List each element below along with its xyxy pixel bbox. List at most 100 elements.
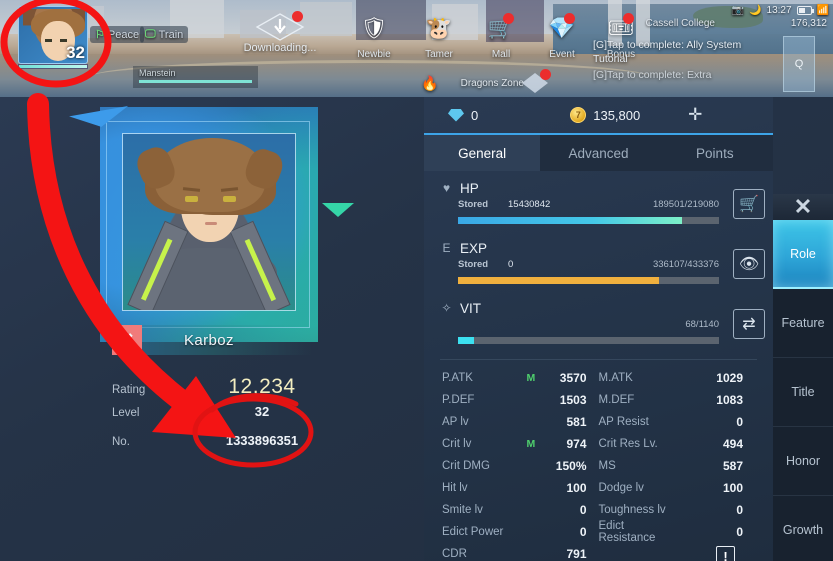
stats-tabs: General Advanced Points [424, 133, 773, 171]
stat-key: AP lv [442, 416, 469, 428]
stat-cell: Toughness lv 0 [599, 503, 756, 517]
stat-cell: MS 587 [599, 459, 756, 473]
event-diamond-icon: 💎 [547, 13, 577, 44]
rail-item-honor[interactable]: Honor [773, 427, 833, 496]
nav-label: Newbie [357, 49, 391, 60]
currency-bar: 0 7 135,800 ✛ [424, 97, 773, 133]
tab-advanced[interactable]: Advanced [540, 135, 657, 171]
stat-cell: AP Resist 0 [599, 415, 756, 429]
stat-cell: Crit DMG 150% [442, 459, 599, 473]
mall-cart-icon: 🛒 [486, 13, 516, 44]
stat-row: Edict Power 0 Edict Resistance 0 [442, 520, 756, 544]
nav-icon-newbie[interactable]: 🛡 Newbie [345, 14, 403, 62]
stat-row: AP lv 581 AP Resist 0 [442, 411, 755, 433]
plus-icon[interactable]: ✛ [684, 104, 706, 126]
quest-tracker[interactable]: [G]Tap to complete: Ally System Tutorial… [593, 38, 753, 82]
stat-value: 1503 [559, 393, 587, 407]
info-key: Rating [112, 384, 146, 396]
status-bar: 📷 🌙 13:27 📶 [732, 2, 829, 18]
bar-hp-label: HP [460, 180, 479, 196]
nav-icon-tamer[interactable]: 🐮 Tamer [410, 14, 468, 62]
tab-general[interactable]: General [424, 135, 541, 171]
gem-currency[interactable]: 0 [448, 108, 478, 123]
bar-exp: E EXP Stored 0 336107/433376 👁 [424, 237, 773, 297]
bar-exp-ratio: 336107/433376 [652, 259, 719, 270]
player-avatar[interactable]: 32 [18, 6, 88, 64]
download-arrow-icon [253, 11, 307, 42]
info-row-number: No. 1333896351 [112, 433, 342, 462]
character-portrait-frame[interactable] [69, 105, 354, 342]
eye-icon[interactable]: 👁 [733, 249, 765, 279]
decor-triangle-right-icon [322, 203, 354, 217]
nav-icon-event[interactable]: 💎 Event [533, 13, 591, 62]
game-screen: 32 ⚐ Peace 🖵 Train Manstein Downloading.… [0, 0, 833, 561]
stat-value: 0 [736, 415, 743, 429]
bar-exp-meta: Stored 0 336107/433376 [440, 259, 773, 274]
nav-label: Mall [491, 49, 511, 60]
exchange-arrows-icon[interactable]: ⇄ [733, 309, 765, 339]
stat-value: 791 [566, 547, 587, 561]
stat-row: Crit lv M 974 Crit Res Lv. 494 [442, 433, 755, 455]
nav-icon-mall[interactable]: 🛒 Mall [472, 13, 530, 62]
character-left-column: ✖ Karboz Rating 12,234 Level 32 No. 1333… [0, 97, 424, 561]
gold-currency[interactable]: 7 135,800 [570, 107, 640, 123]
nav-icon-dragons-zone[interactable]: 🔥 Dragons Zone [404, 74, 524, 92]
moon-icon: 🌙 [749, 4, 762, 16]
info-value-rating: 12,234 [228, 375, 296, 398]
warning-exclamation-button[interactable]: ! [716, 546, 735, 561]
nav-label: Event [549, 49, 575, 60]
rail-item-growth[interactable]: Growth [773, 496, 833, 561]
mob-hp-bar [139, 80, 252, 83]
stat-value: 100 [722, 481, 743, 495]
stat-cell: AP lv 581 [442, 415, 599, 429]
bar-vit-label: VIT [460, 300, 482, 316]
stat-cell: Dodge lv 100 [599, 481, 756, 495]
notification-dot [623, 13, 634, 24]
stat-value: 581 [566, 415, 587, 429]
stat-cell: Edict Resistance 0 [599, 520, 756, 544]
rail-item-role[interactable]: Role [773, 220, 833, 289]
gem-icon [448, 108, 464, 122]
notification-dot [564, 13, 575, 24]
stat-value: 150% [555, 459, 587, 473]
stat-mark: M [526, 372, 536, 384]
shopping-cart-icon[interactable]: 🛒 [733, 189, 765, 219]
info-value-player-id: 1333896351 [225, 433, 299, 448]
mob-name: Manstein [139, 68, 176, 78]
stat-value: 0 [579, 525, 587, 539]
chip-peace-label: Peace [107, 28, 140, 41]
stat-cell: Edict Power 0 [442, 525, 599, 539]
close-x-icon[interactable]: ✕ [773, 194, 833, 220]
gem-value: 0 [471, 107, 479, 123]
stat-row: Hit lv 100 Dodge lv 100 [442, 477, 755, 499]
stat-cell: P.DEF 1503 [442, 393, 599, 407]
bar-hp-stored-label: Stored [458, 199, 489, 210]
bar-hp-head: ♥ HP [440, 177, 773, 199]
bar-hp-meta: Stored 15430842 189501/219080 [440, 199, 773, 214]
kite-icon[interactable] [520, 69, 551, 94]
dragon-flame-icon: 🔥 [421, 74, 439, 91]
newbie-shield-icon: 🛡 [360, 17, 388, 40]
quest-quick-button[interactable]: Q [783, 36, 815, 92]
stat-row: P.DEF 1503 M.DEF 1083 [442, 389, 755, 411]
clock-time: 13:27 [766, 4, 792, 16]
stat-cell: Crit lv M 974 [442, 437, 599, 451]
stat-key: P.DEF [442, 394, 475, 406]
chip-peace[interactable]: ⚐ Peace [90, 26, 145, 43]
stat-value: 1029 [716, 371, 743, 385]
class-shuriken-icon[interactable]: ✖ [112, 325, 142, 355]
bar-vit: ✧ VIT 68/1140 ⇄ [424, 297, 773, 357]
tab-points[interactable]: Points [656, 135, 773, 171]
stat-row: Smite lv 0 Toughness lv 0 [442, 499, 755, 521]
bar-vit-track [458, 337, 719, 344]
stat-key: AP Resist [598, 416, 649, 428]
character-name-row: ✖ Karboz [112, 325, 312, 355]
stat-row: Crit DMG 150% MS 587 [442, 455, 755, 477]
resource-bars: ♥ HP Stored 15430842 189501/219080 🛒 E E… [424, 177, 773, 357]
chip-train[interactable]: 🖵 Train [140, 26, 189, 43]
stat-key: Smite lv [442, 504, 483, 516]
rail-item-title[interactable]: Title [773, 358, 833, 427]
character-mouth [205, 222, 217, 225]
rail-item-feature[interactable]: Feature [773, 289, 833, 358]
train-monitor-icon: 🖵 [145, 28, 156, 40]
